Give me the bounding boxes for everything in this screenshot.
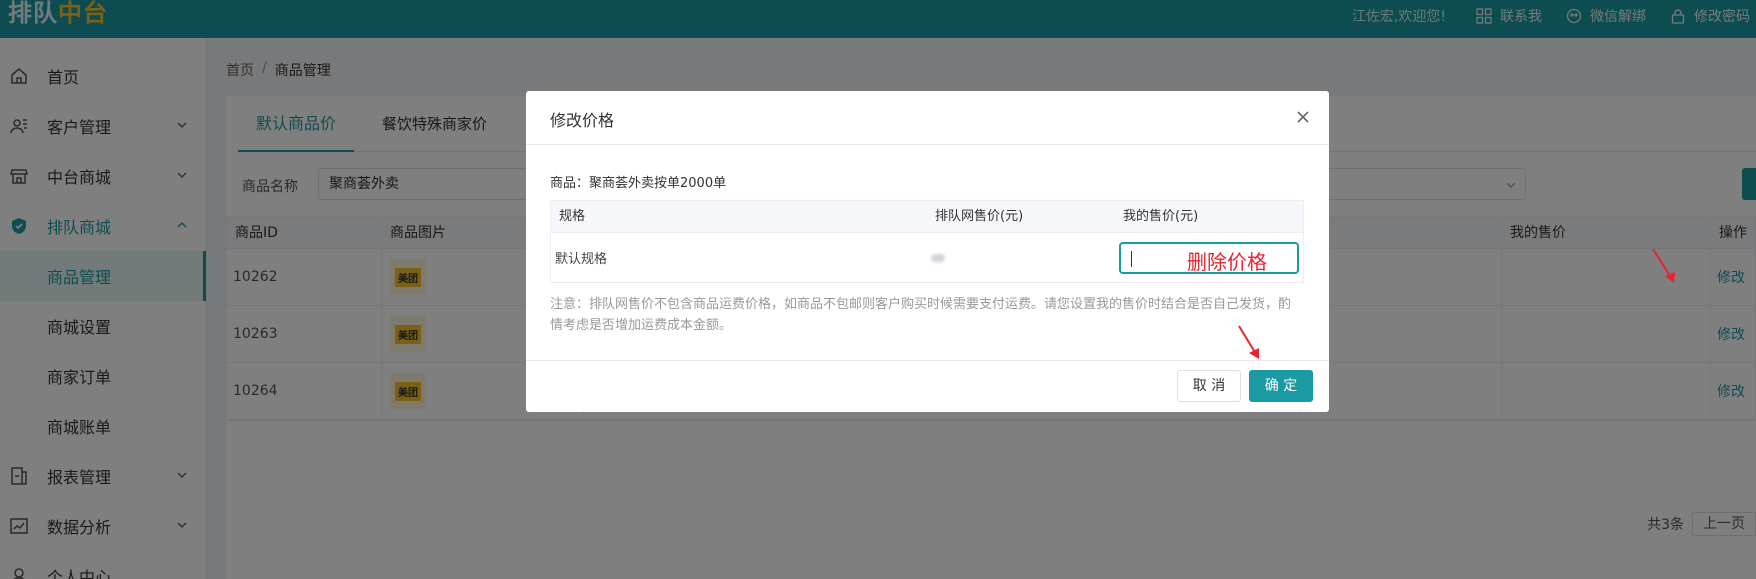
spec-price-table: 规格 排队网售价(元) 我的售价(元) 默认规格 删除价格 xyxy=(550,200,1304,283)
redacted-price xyxy=(931,253,945,262)
cell-my-sale-price: 删除价格 xyxy=(1115,233,1303,282)
confirm-button[interactable]: 确 定 xyxy=(1249,370,1313,402)
dialog-footer-divider xyxy=(526,360,1329,361)
dialog-divider xyxy=(526,144,1329,145)
col-platform-price: 排队网售价(元) xyxy=(935,209,1024,224)
my-price-input[interactable]: 删除价格 xyxy=(1119,241,1299,274)
col-spec: 规格 xyxy=(559,209,586,224)
close-icon[interactable] xyxy=(1295,109,1311,125)
cell-platform-price xyxy=(927,233,1115,282)
annotation-arrow-icon xyxy=(1652,248,1675,283)
dialog-product-name: 商品：聚商荟外卖按单2000单 xyxy=(550,176,727,191)
annotation-text: 删除价格 xyxy=(1187,249,1267,274)
spec-table-header: 规格 排队网售价(元) 我的售价(元) xyxy=(551,201,1303,232)
spec-row: 默认规格 删除价格 xyxy=(551,232,1303,282)
annotation-arrow-icon xyxy=(1238,325,1259,359)
cancel-button[interactable]: 取 消 xyxy=(1177,370,1241,402)
col-my-sale-price: 我的售价(元) xyxy=(1123,209,1199,224)
edit-price-dialog: 修改价格 商品：聚商荟外卖按单2000单 规格 排队网售价(元) 我的售价(元)… xyxy=(526,91,1329,412)
text-caret xyxy=(1131,250,1132,267)
dialog-note: 注意：排队网售价不包含商品运费价格，如商品不包邮则客户购买时候需要支付运费。请您… xyxy=(550,297,1292,333)
dialog-title: 修改价格 xyxy=(550,111,615,130)
cell-spec: 默认规格 xyxy=(555,252,608,267)
